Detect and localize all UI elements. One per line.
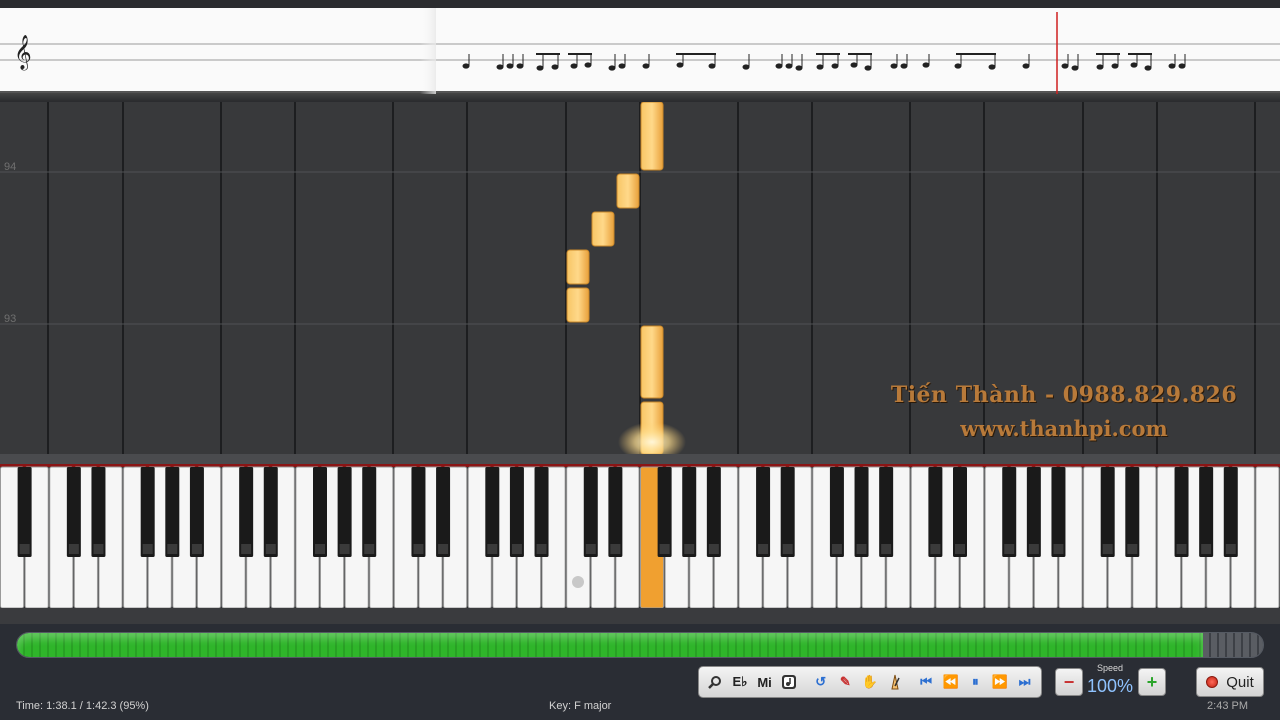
piano-key-black xyxy=(829,467,844,557)
note-roll: 94 93 Tiến Thành - 0988.829.826 www.than… xyxy=(0,102,1280,454)
falling-note xyxy=(566,249,590,285)
falling-note xyxy=(640,325,664,399)
piano-key-black xyxy=(1100,467,1115,557)
watermark-name: Tiến Thành - 0988.829.826 xyxy=(890,382,1238,408)
sheet-music-icon xyxy=(782,675,797,689)
playback-toolbar: E♭ Mi ↺ ✎ ✋ ⏮ ⏪ ⏸ ⏩ ⏭ xyxy=(698,666,1042,698)
falling-note xyxy=(566,287,590,323)
falling-note xyxy=(591,211,615,247)
hand-button[interactable]: ✋ xyxy=(858,670,882,694)
piano-key-black xyxy=(1223,467,1238,557)
treble-clef-icon: 𝄞 xyxy=(14,35,32,71)
undo-icon: ↺ xyxy=(815,674,827,689)
skip-to-end-icon: ⏭ xyxy=(1018,674,1031,689)
skip-to-end-button[interactable]: ⏭ xyxy=(1013,670,1037,694)
hand-icon: ✋ xyxy=(861,674,879,689)
speed-value: 100% xyxy=(1086,676,1134,696)
pencil-icon: ✎ xyxy=(839,674,851,689)
piano-key-black xyxy=(66,467,81,557)
stop-icon xyxy=(1206,676,1219,688)
falling-note xyxy=(640,102,664,171)
measure-marker-94: 94 xyxy=(4,161,16,173)
piano-key-white xyxy=(1255,466,1280,609)
measure-marker-93: 93 xyxy=(4,313,16,325)
fast-forward-button[interactable]: ⏩ xyxy=(988,670,1012,694)
piano-key-black xyxy=(854,467,869,557)
sheet-music-strip: 𝄞 xyxy=(0,0,1280,102)
piano-key-black xyxy=(411,467,426,557)
time-readout: Time: 1:38.1 / 1:42.3 (95%) xyxy=(16,700,149,712)
loop-button[interactable]: ↺ xyxy=(809,670,833,694)
piano-key-black xyxy=(682,467,697,557)
skip-to-start-button[interactable]: ⏮ xyxy=(914,670,938,694)
rewind-icon: ⏪ xyxy=(942,674,959,689)
piano-key-black xyxy=(953,467,967,557)
piano-key-black xyxy=(657,467,672,557)
piano-key-black xyxy=(362,467,377,557)
speed-decrease-button[interactable]: − xyxy=(1055,668,1083,696)
fast-forward-icon: ⏩ xyxy=(991,674,1009,689)
piano-key-black xyxy=(509,467,524,557)
rewind-button[interactable]: ⏪ xyxy=(939,670,963,694)
piano-key-black xyxy=(165,467,180,557)
watermark-url: www.thanhpi.com xyxy=(960,416,1168,441)
piano-key-black xyxy=(263,467,278,557)
piano-key-black xyxy=(928,467,943,557)
piano-key-black xyxy=(706,467,721,557)
song-progress-bar[interactable] xyxy=(16,632,1264,658)
pause-button[interactable]: ⏸ xyxy=(964,670,988,694)
piano-key-black xyxy=(1002,467,1017,557)
pause-icon: ⏸ xyxy=(972,674,979,689)
middle-c-marker xyxy=(572,576,584,588)
piano-key-black xyxy=(337,467,352,557)
synthesia-player: 𝄞 94 93 Tiến Thành - 0988.829.826 www.th… xyxy=(0,0,1280,720)
staff: 𝄞 xyxy=(0,8,1280,94)
piano-key-black xyxy=(608,467,623,557)
control-bar: E♭ Mi ↺ ✎ ✋ ⏮ ⏪ ⏸ ⏩ ⏭ − Speed 100% + Qui… xyxy=(0,624,1280,720)
piano-key-black xyxy=(1125,467,1140,557)
progress-fill xyxy=(17,633,1203,657)
metronome-button[interactable] xyxy=(883,670,907,694)
watermark: Tiến Thành - 0988.829.826 www.thanhpi.co… xyxy=(874,382,1254,441)
metronome-icon xyxy=(890,674,900,690)
piano-keyboard xyxy=(0,454,1280,624)
progress-remaining xyxy=(1203,633,1263,657)
piano-key-black xyxy=(534,467,549,557)
sheet-music-button[interactable] xyxy=(777,670,801,694)
piano-key-black xyxy=(17,467,32,557)
falling-note xyxy=(616,173,640,209)
key-hit-glow xyxy=(618,422,686,454)
clock: 2:43 PM xyxy=(1207,700,1248,712)
zoom-button[interactable] xyxy=(704,670,728,694)
keyboard-canvas xyxy=(0,454,1280,624)
piano-key-black xyxy=(485,467,500,557)
magnifier-icon xyxy=(708,676,722,689)
piano-key-black xyxy=(313,467,327,557)
falling-notes xyxy=(566,102,664,454)
piano-key-black xyxy=(879,467,894,557)
piano-key-black xyxy=(1199,467,1214,557)
piano-key-black xyxy=(1051,467,1066,557)
piano-key-black xyxy=(189,467,204,557)
speed-increase-button[interactable]: + xyxy=(1138,668,1166,696)
pencil-button[interactable]: ✎ xyxy=(834,670,858,694)
skip-to-start-icon: ⏮ xyxy=(920,674,932,689)
piano-key-black xyxy=(239,467,254,557)
piano-key-black xyxy=(140,467,155,557)
piano-key-black xyxy=(1026,467,1041,557)
piano-key-black xyxy=(436,467,451,557)
key-signature-button[interactable]: E♭ xyxy=(728,670,752,694)
piano-key-black xyxy=(583,467,598,557)
quit-label: Quit xyxy=(1226,673,1254,691)
piano-key-black xyxy=(756,467,771,557)
piano-key-black xyxy=(1174,467,1189,557)
piano-key-black xyxy=(780,467,795,557)
quit-button[interactable]: Quit xyxy=(1196,667,1264,697)
speed-label: Speed xyxy=(1096,663,1124,673)
note-labels-button[interactable]: Mi xyxy=(753,670,777,694)
key-readout: Key: F major xyxy=(549,700,612,712)
piano-key-black xyxy=(91,467,106,557)
